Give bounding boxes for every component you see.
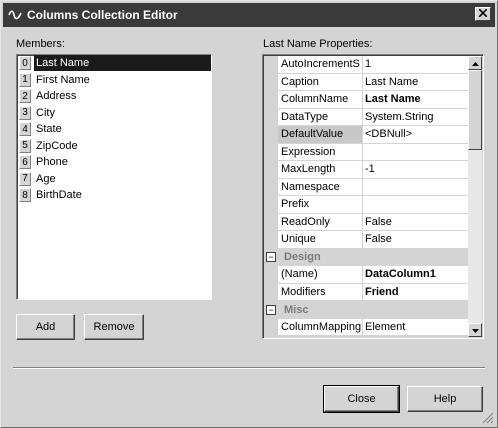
category-misc[interactable]: − Misc: [264, 301, 470, 319]
member-name: City: [36, 106, 55, 119]
property-value[interactable]: False: [363, 231, 470, 249]
properties-label: Last Name Properties:: [263, 38, 373, 50]
property-grid[interactable]: AutoIncrementS 1 Caption Last Name Colum…: [262, 54, 484, 339]
category-label: Design: [284, 251, 321, 264]
member-index: 7: [19, 171, 31, 186]
property-row[interactable]: DefaultValue <DBNull>: [264, 126, 470, 144]
property-row[interactable]: (Name) DataColumn1: [264, 266, 470, 284]
property-name: (Name): [278, 266, 363, 284]
property-name: Unique: [278, 231, 363, 249]
window-title: Columns Collection Editor: [27, 8, 178, 22]
property-value[interactable]: [363, 178, 470, 196]
property-row[interactable]: AutoIncrementS 1: [264, 56, 470, 74]
member-name: Phone: [36, 156, 68, 169]
vs-editor-icon: [7, 7, 23, 23]
member-index: 4: [19, 122, 31, 137]
list-item[interactable]: 5 ZipCode: [17, 138, 211, 155]
divider: [13, 367, 485, 369]
list-item[interactable]: 4 State: [17, 121, 211, 138]
property-name: Caption: [278, 73, 363, 91]
property-row[interactable]: Expression: [264, 143, 470, 161]
category-label: Misc: [284, 303, 309, 316]
list-item[interactable]: 2 Address: [17, 88, 211, 105]
property-row[interactable]: Modifiers Friend: [264, 283, 470, 301]
member-index: 3: [19, 105, 31, 120]
resize-grip-icon[interactable]: [482, 412, 494, 424]
property-value[interactable]: 1: [363, 56, 470, 74]
scroll-up-button[interactable]: [468, 56, 482, 70]
members-list[interactable]: 0 Last Name 1 First Name 2 Address 3 Cit…: [16, 54, 212, 300]
property-name: Modifiers: [278, 283, 363, 301]
property-row[interactable]: Caption Last Name: [264, 73, 470, 91]
member-name: ZipCode: [36, 139, 78, 152]
minus-box-icon[interactable]: −: [266, 252, 276, 263]
list-item[interactable]: 6 Phone: [17, 154, 211, 171]
list-item[interactable]: 3 City: [17, 105, 211, 122]
member-name: Address: [36, 90, 77, 103]
scroll-down-arrow-icon: [471, 324, 479, 336]
property-name: Expression: [278, 143, 363, 161]
list-item[interactable]: 0 Last Name: [17, 55, 211, 72]
columns-collection-editor-dialog: Columns Collection Editor Members: 0 Las…: [0, 0, 498, 428]
property-name: ColumnName: [278, 91, 363, 109]
close-window-button[interactable]: [475, 7, 491, 21]
member-index: 1: [19, 72, 31, 87]
property-value[interactable]: <DBNull>: [363, 126, 470, 144]
help-button[interactable]: Help: [407, 386, 483, 412]
members-label: Members:: [16, 38, 65, 50]
scroll-down-button[interactable]: [468, 323, 482, 337]
list-item[interactable]: 1 First Name: [17, 72, 211, 89]
property-value[interactable]: Last Name: [363, 91, 470, 109]
member-index: 6: [19, 155, 31, 170]
property-row[interactable]: ColumnMapping Element: [264, 318, 470, 336]
scroll-up-arrow-icon: [471, 57, 479, 69]
property-row[interactable]: ColumnName Last Name: [264, 91, 470, 109]
property-value[interactable]: Friend: [363, 283, 470, 301]
property-value[interactable]: -1: [363, 161, 470, 179]
property-row[interactable]: DataType System.String: [264, 108, 470, 126]
property-value[interactable]: [363, 143, 470, 161]
property-row[interactable]: MaxLength -1: [264, 161, 470, 179]
member-index: 2: [19, 89, 31, 104]
list-item[interactable]: 8 BirthDate: [17, 187, 211, 204]
list-item[interactable]: 7 Age: [17, 171, 211, 188]
close-icon: [478, 8, 488, 20]
property-name: DataType: [278, 108, 363, 126]
property-row[interactable]: Namespace: [264, 178, 470, 196]
property-name: DefaultValue: [278, 126, 363, 144]
property-name: MaxLength: [278, 161, 363, 179]
close-button[interactable]: Close: [323, 385, 400, 413]
category-design[interactable]: − Design: [264, 248, 470, 266]
member-name: First Name: [36, 73, 90, 86]
property-name: ReadOnly: [278, 213, 363, 231]
add-button[interactable]: Add: [16, 314, 75, 340]
minus-box-icon[interactable]: −: [266, 304, 276, 315]
member-index: 5: [19, 138, 31, 153]
scroll-thumb[interactable]: [468, 70, 482, 150]
property-value[interactable]: System.String: [363, 108, 470, 126]
property-name: ColumnMapping: [278, 318, 363, 336]
property-value[interactable]: False: [363, 213, 470, 231]
member-name: Last Name: [34, 55, 211, 72]
property-name: Prefix: [278, 196, 363, 214]
member-index: 8: [19, 188, 31, 203]
member-index: 0: [19, 56, 31, 71]
title-bar[interactable]: Columns Collection Editor: [3, 3, 495, 27]
member-name: Age: [36, 172, 56, 185]
property-value[interactable]: Last Name: [363, 73, 470, 91]
property-row[interactable]: Prefix: [264, 196, 470, 214]
member-name: State: [36, 123, 62, 136]
member-name: BirthDate: [36, 189, 82, 202]
property-grid-scrollbar[interactable]: [468, 56, 482, 337]
property-row[interactable]: ReadOnly False: [264, 213, 470, 231]
property-value[interactable]: [363, 196, 470, 214]
property-row[interactable]: Unique False: [264, 231, 470, 249]
property-name: AutoIncrementS: [278, 56, 363, 74]
property-value[interactable]: Element: [363, 318, 470, 336]
remove-button[interactable]: Remove: [84, 314, 144, 340]
property-value[interactable]: DataColumn1: [363, 266, 470, 284]
property-name: Namespace: [278, 178, 363, 196]
